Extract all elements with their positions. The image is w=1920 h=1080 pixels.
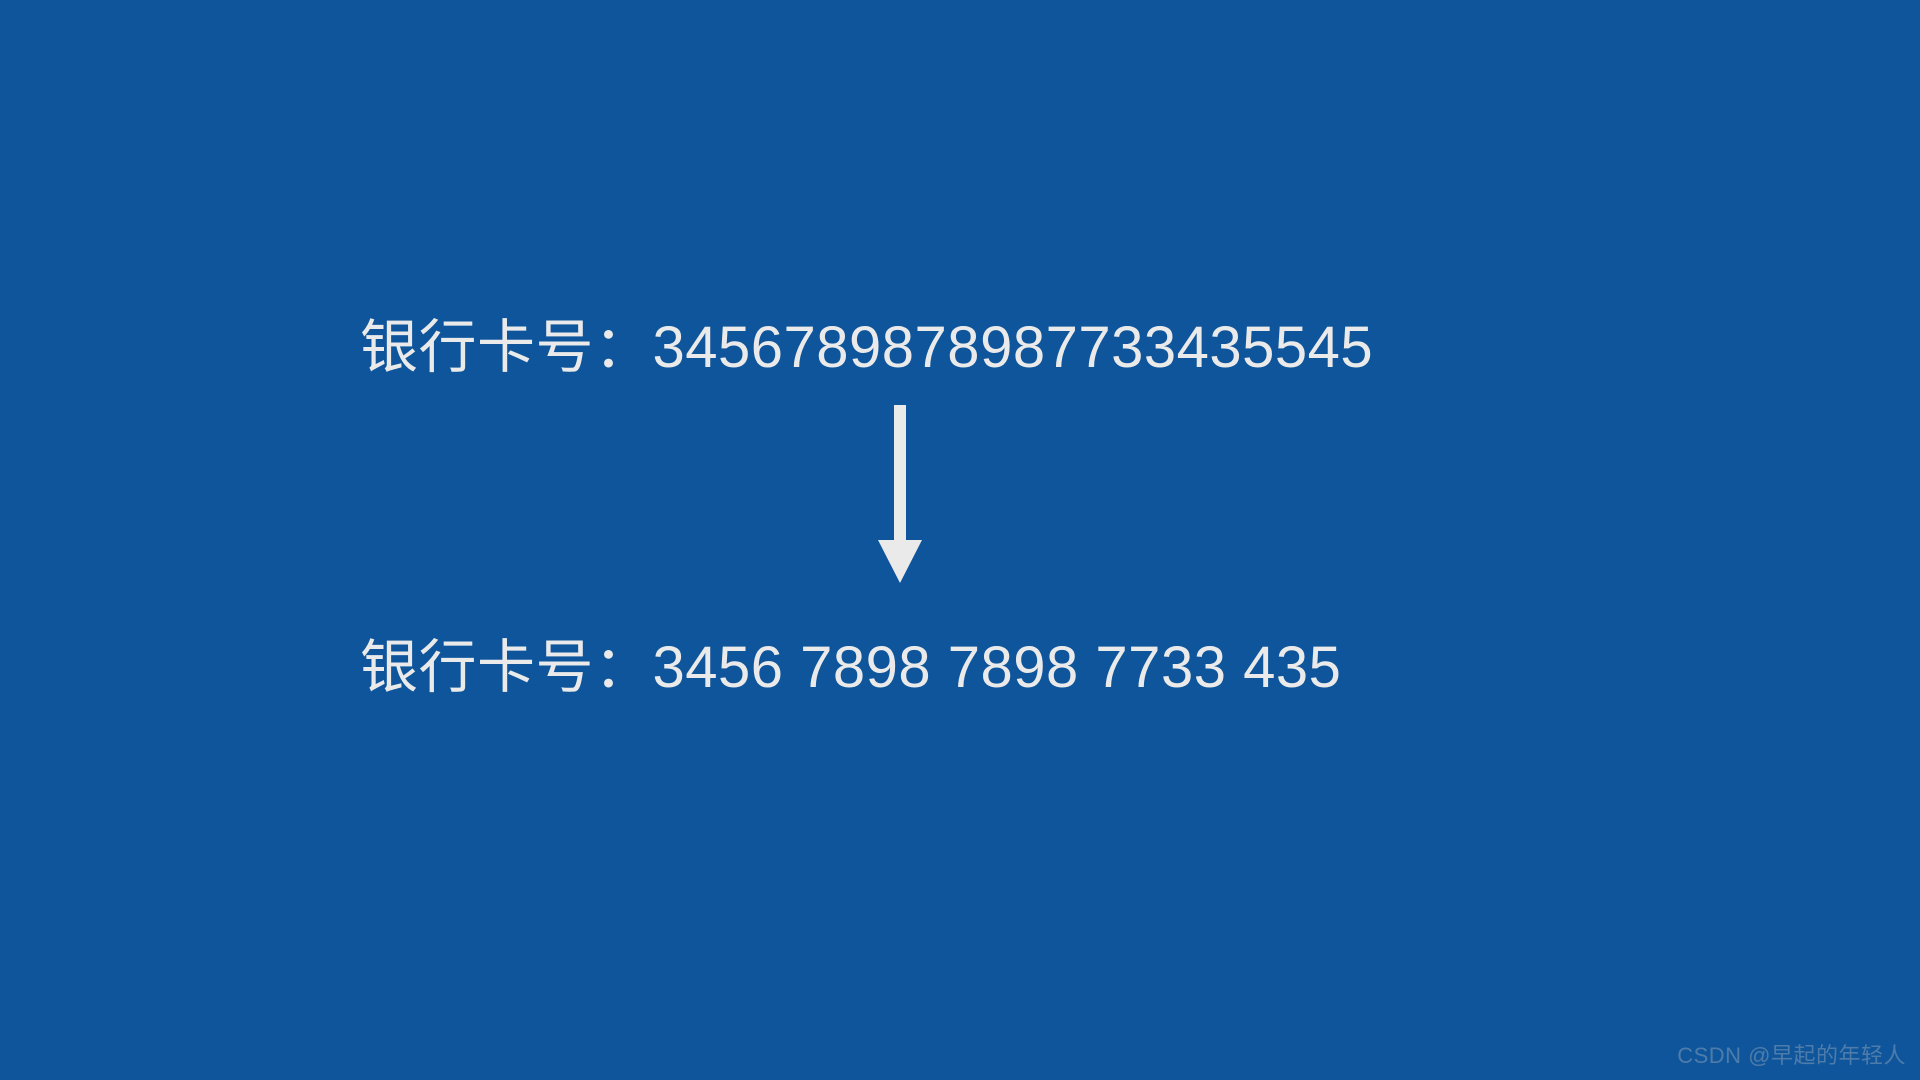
watermark-text: CSDN @早起的年轻人 — [1677, 1038, 1906, 1070]
card-number-formatted: 银行卡号：3456 7898 7898 7733 435 — [360, 620, 1341, 704]
arrow-down-icon — [870, 405, 930, 585]
diagram-canvas: 银行卡号：345678987898773343554​5 银行卡号：3456 7… — [0, 0, 1920, 1080]
card-number-original: 银行卡号：345678987898773343554​5 — [360, 300, 1373, 384]
